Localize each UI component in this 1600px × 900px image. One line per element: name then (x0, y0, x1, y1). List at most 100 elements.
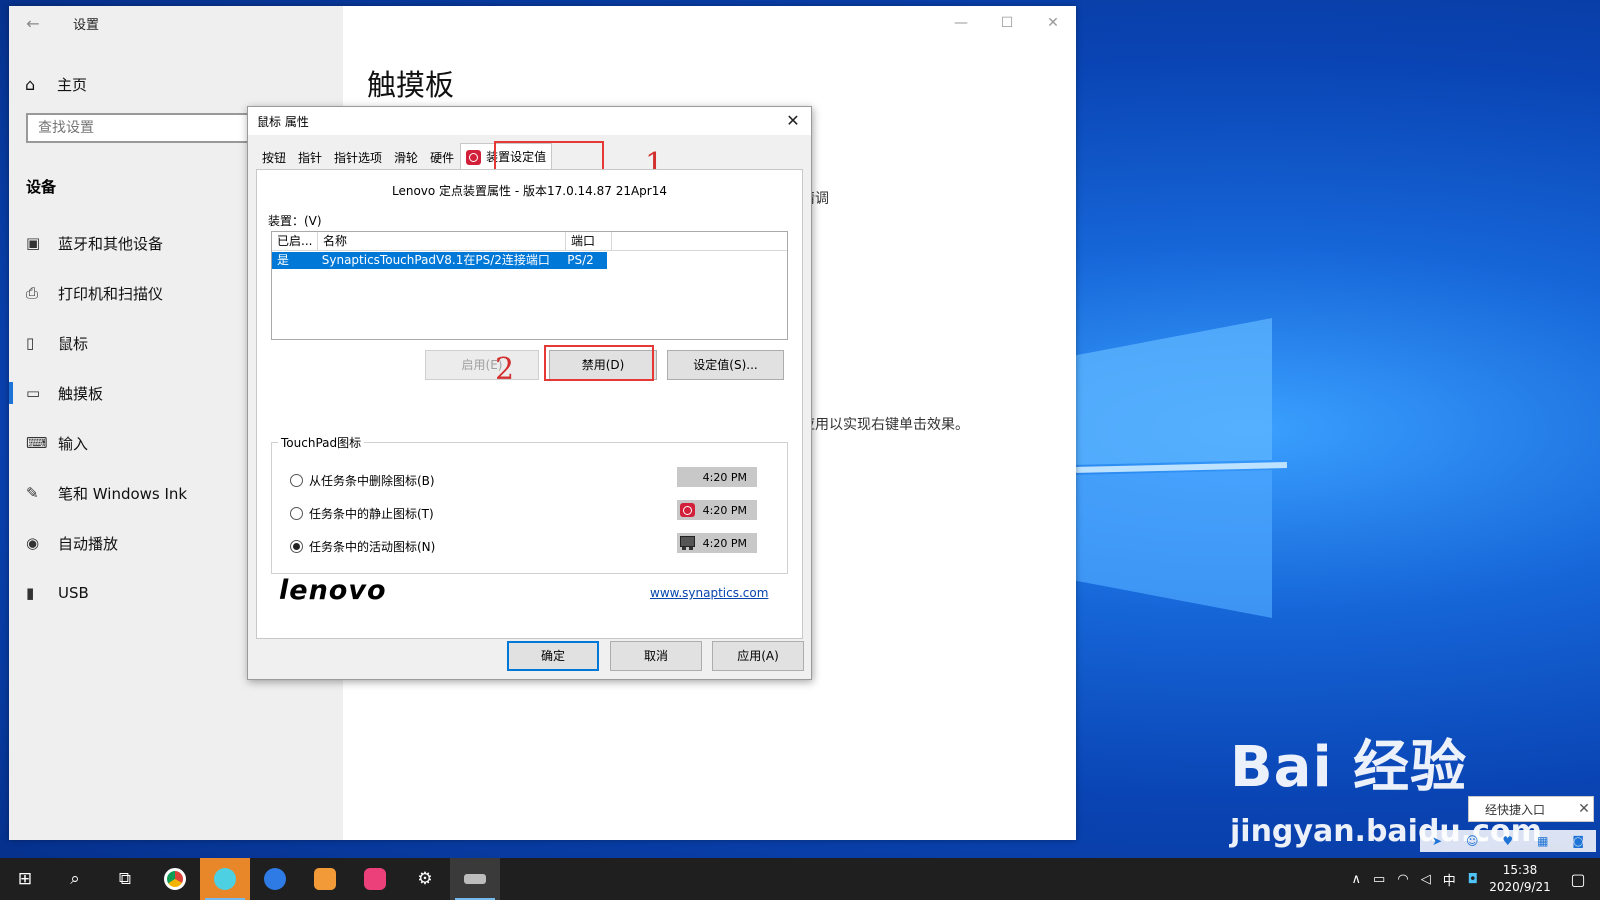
tray-preview: 4:20 PM (677, 467, 757, 487)
notification-icon[interactable]: ▢ (1556, 870, 1600, 889)
home-link[interactable]: ⌂ 主页 (25, 74, 87, 95)
keyboard-icon: ⌨ (26, 434, 48, 452)
pencil-app-icon[interactable] (200, 858, 250, 900)
printer-icon: ⎙ (26, 284, 39, 302)
cell-port: PS/2 (567, 253, 594, 267)
column-header[interactable]: 端口 (566, 232, 612, 250)
minimize-icon[interactable]: — (938, 6, 984, 40)
maximize-icon[interactable]: ☐ (984, 6, 1030, 40)
sidebar-item-label: 触摸板 (58, 384, 104, 403)
window-controls: — ☐ ✕ (938, 6, 1076, 40)
group-title: TouchPad图标 (278, 434, 365, 451)
back-arrow-icon[interactable]: ← (9, 14, 57, 33)
grid-icon: ▦ (1537, 834, 1549, 848)
system-tray: ∧ ▭ ◠ ◁ 中 ◘ 15:38 2020/9/21 ▢ (1346, 858, 1600, 900)
tab-pointers[interactable]: 指针 (292, 146, 328, 170)
clock-date: 2020/9/21 (1489, 880, 1551, 894)
chevron-up-icon[interactable]: ∧ (1346, 872, 1368, 887)
tray-icon-strip: ➤ ☺ ♥ ▦ ◙ (1420, 830, 1596, 852)
chrome-icon[interactable] (150, 858, 200, 900)
preview-time: 4:20 PM (702, 536, 747, 550)
enable-button[interactable]: 启用(E) (425, 350, 539, 380)
section-title: 设备 (26, 178, 57, 196)
tray-preview: 4:20 PM (677, 533, 757, 553)
close-icon[interactable]: ✕ (1030, 6, 1076, 40)
apply-button[interactable]: 应用(A) (712, 641, 804, 671)
radio-button[interactable] (290, 540, 303, 553)
title-bar: ← 设置 (9, 6, 343, 40)
radio-label: 任务条中的活动图标(N) (309, 540, 436, 554)
sidebar-item-label: 自动播放 (58, 534, 119, 553)
notify-popup[interactable]: 经快捷入口 ✕ (1468, 796, 1594, 822)
clock-time: 15:38 (1502, 863, 1538, 877)
radio-static-icon[interactable]: 任务条中的静止图标(T) (290, 505, 434, 522)
sidebar-item-label: 输入 (58, 434, 89, 453)
mouse-icon: ▯ (26, 334, 35, 352)
cell-name: SynapticsTouchPadV8.1在PS/2连接端口 (321, 253, 550, 267)
device-list[interactable]: 已启... 名称 端口 是 SynapticsTouchPadV8.1在PS/2… (271, 231, 788, 340)
device-settings-panel: Lenovo 定点装置属性 - 版本17.0.14.87 21Apr14 装置：… (256, 169, 803, 639)
synaptics-link[interactable]: www.synaptics.com (650, 586, 768, 600)
tab-wheel[interactable]: 滑轮 (388, 146, 424, 170)
ime-indicator[interactable]: 中 (1437, 870, 1462, 889)
ok-button[interactable]: 确定 (507, 641, 599, 671)
table-row[interactable]: 是 SynapticsTouchPadV8.1在PS/2连接端口 PS/2 (272, 252, 607, 269)
usb-icon: ▮ (26, 584, 35, 602)
devices-label: 装置：(V) (268, 214, 322, 228)
tab-pointer-options[interactable]: 指针选项 (328, 146, 388, 170)
radio-button[interactable] (290, 474, 303, 487)
bluetooth-icon: ▣ (26, 234, 41, 252)
synaptics-icon (680, 503, 695, 517)
feishu-icon[interactable] (250, 858, 300, 900)
preview-time: 4:20 PM (702, 503, 747, 517)
column-header[interactable]: 名称 (318, 232, 566, 250)
battery-icon[interactable]: ▭ (1367, 872, 1391, 887)
touchpad-icon: ▭ (26, 384, 41, 402)
qq-icon[interactable]: ◘ (1462, 872, 1484, 887)
touchpad-icon-group: TouchPad图标 从任务条中删除图标(B) 4:20 PM 任务条中的静止图… (271, 434, 788, 574)
radio-label: 从任务条中删除图标(B) (309, 474, 435, 488)
arrow-icon: ➤ (1431, 834, 1443, 848)
wifi-icon[interactable]: ◠ (1391, 872, 1414, 887)
tab-buttons[interactable]: 按钮 (256, 146, 292, 170)
tray-preview: 4:20 PM (677, 500, 757, 520)
list-header: 已启... 名称 端口 (272, 232, 787, 251)
taskbar: ⊞ ⌕ ⧉ ⚙ ∧ ▭ ◠ ◁ 中 ◘ 15:38 2020/9/21 ▢ (0, 858, 1600, 900)
smile-icon: ☺ (1465, 834, 1479, 848)
pen-icon: ✎ (26, 484, 39, 502)
music-app-icon[interactable] (350, 858, 400, 900)
preview-time: 4:20 PM (702, 470, 747, 484)
search-icon[interactable]: ⌕ (50, 858, 100, 900)
radio-active-icon[interactable]: 任务条中的活动图标(N) (290, 538, 435, 555)
shirt-icon: ♥ (1502, 834, 1514, 848)
autoplay-icon: ◉ (26, 534, 40, 552)
task-view-icon[interactable]: ⧉ (100, 858, 150, 900)
radio-button[interactable] (290, 507, 303, 520)
sidebar-item-label: 蓝牙和其他设备 (58, 234, 164, 253)
home-icon: ⌂ (25, 75, 36, 94)
dialog-title-bar: 鼠标 属性 ✕ (248, 107, 811, 135)
cell-enabled: 是 (277, 253, 290, 267)
touchpad-app-icon[interactable] (450, 858, 500, 900)
column-header[interactable]: 已启... (272, 232, 318, 250)
clock[interactable]: 15:38 2020/9/21 (1484, 862, 1556, 896)
close-icon[interactable]: ✕ (783, 111, 803, 131)
annotation-step-2: 2 (495, 352, 515, 387)
tab-hardware[interactable]: 硬件 (424, 146, 460, 170)
volume-muted-icon[interactable]: ◁ (1415, 872, 1437, 887)
content-text: 应用以实现右键单击效果。 (801, 417, 969, 433)
highlight-box (544, 345, 654, 381)
radio-label: 任务条中的静止图标(T) (309, 507, 434, 521)
lock-icon: ◙ (1572, 834, 1584, 848)
start-icon[interactable]: ⊞ (0, 858, 50, 900)
close-icon[interactable]: ✕ (1575, 801, 1593, 817)
gear-icon[interactable]: ⚙ (400, 858, 450, 900)
highlight-box (494, 141, 604, 171)
home-label: 主页 (57, 76, 88, 94)
synaptics-icon (466, 149, 482, 165)
version-text: Lenovo 定点装置属性 - 版本17.0.14.87 21Apr14 (391, 184, 668, 198)
cancel-button[interactable]: 取消 (610, 641, 702, 671)
photo-app-icon[interactable] (300, 858, 350, 900)
radio-remove-icon[interactable]: 从任务条中删除图标(B) (290, 472, 435, 489)
settings-button[interactable]: 设定值(S)... (667, 350, 784, 380)
